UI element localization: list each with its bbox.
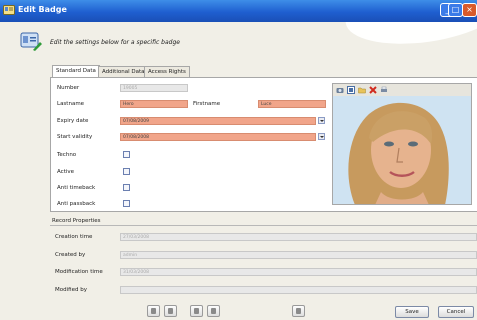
close-button[interactable]: × <box>462 3 477 17</box>
previous-icon <box>168 308 173 314</box>
anti-passback-checkbox[interactable] <box>123 200 130 207</box>
number-field: 19005 <box>120 84 188 92</box>
active-label: Active <box>57 169 75 175</box>
first-record-button[interactable] <box>147 305 160 317</box>
dialog-header: Edit the settings below for a specific b… <box>0 22 477 62</box>
created-by-field: admin <box>120 251 477 259</box>
cancel-button[interactable]: Cancel <box>438 306 474 318</box>
section-divider <box>50 225 477 226</box>
anti-timeback-checkbox[interactable] <box>123 184 130 191</box>
save-button[interactable]: Save <box>395 306 429 318</box>
next-icon <box>194 308 199 314</box>
header-instruction: Edit the settings below for a specific b… <box>50 39 180 46</box>
start-validity-label: Start validity <box>57 134 93 140</box>
first-icon <box>151 308 156 314</box>
last-record-button[interactable] <box>207 305 220 317</box>
maximize-icon: □ <box>451 5 460 14</box>
maximize-button[interactable]: □ <box>448 3 463 17</box>
modified-by-field <box>120 286 477 294</box>
modification-time-field: 31/03/2008 <box>120 268 477 276</box>
previous-record-button[interactable] <box>164 305 177 317</box>
active-checkbox[interactable] <box>123 168 130 175</box>
tab-additional-data[interactable]: Additional Data <box>98 66 149 77</box>
edit-badge-icon <box>20 32 42 51</box>
modified-by-label: Modified by <box>55 287 87 293</box>
delete-icon[interactable] <box>369 86 377 94</box>
printer-icon <box>296 308 301 314</box>
last-icon <box>211 308 216 314</box>
edit-badge-window: Edit Badge _ □ × Edit the settings below… <box>0 0 477 320</box>
start-validity-dropdown-button[interactable] <box>318 133 325 140</box>
firstname-field[interactable]: Luce <box>258 100 326 108</box>
lastname-label: Lastname <box>57 101 85 107</box>
title-bar: Edit Badge _ □ × <box>0 0 477 22</box>
techno-label: Techno <box>57 152 77 158</box>
techno-checkbox[interactable] <box>123 151 130 158</box>
badge-icon <box>3 5 15 15</box>
next-record-button[interactable] <box>190 305 203 317</box>
anti-timeback-label: Anti timeback <box>57 185 96 191</box>
print-badge-button[interactable] <box>292 305 305 317</box>
expiry-date-label: Expiry date <box>57 118 89 124</box>
tab-access-rights[interactable]: Access Rights <box>144 66 190 77</box>
close-icon: × <box>466 5 473 14</box>
creation-time-field: 27/03/2008 <box>120 233 477 241</box>
creation-time-label: Creation time <box>55 234 93 240</box>
anti-passback-label: Anti passback <box>57 201 96 207</box>
modification-time-label: Modification time <box>55 269 103 275</box>
record-properties-title: Record Properties <box>52 218 101 224</box>
scan-icon[interactable] <box>347 86 355 94</box>
badge-holder-photo <box>333 96 471 204</box>
open-folder-icon[interactable] <box>358 86 366 94</box>
start-validity-field[interactable]: 07/08/2008 <box>120 133 316 141</box>
badge-photo-panel <box>332 83 472 205</box>
created-by-label: Created by <box>55 252 86 258</box>
firstname-label: Firstname <box>193 101 221 107</box>
number-label: Number <box>57 85 80 91</box>
camera-icon[interactable] <box>336 86 344 94</box>
print-icon[interactable] <box>380 86 388 94</box>
expiry-date-field[interactable]: 07/08/2009 <box>120 117 316 125</box>
window-title: Edit Badge <box>18 5 67 14</box>
expiry-date-dropdown-button[interactable] <box>318 117 325 124</box>
lastname-field[interactable]: Hero <box>120 100 188 108</box>
bottom-toolbar: Save Cancel <box>0 304 477 320</box>
